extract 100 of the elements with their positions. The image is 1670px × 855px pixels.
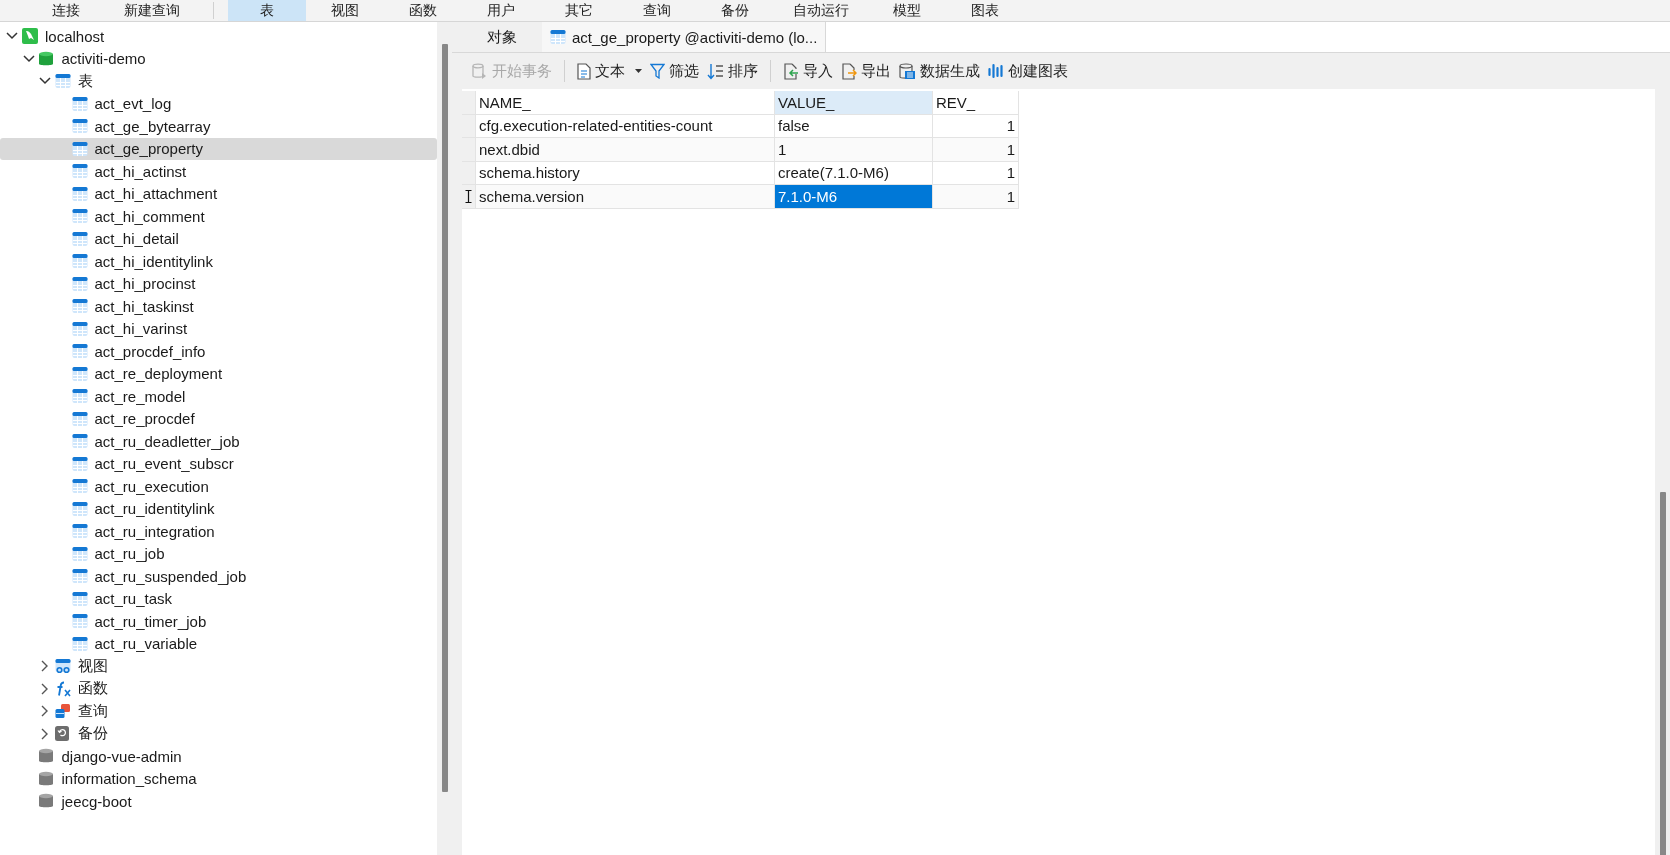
tree-item[interactable]: act_ge_property [0,137,437,160]
table-icon [71,545,88,562]
tree-item[interactable]: act_hi_identitylink [0,250,437,273]
scrollbar-thumb[interactable] [1659,492,1666,855]
tree-item[interactable]: act_procdef_info [0,340,437,363]
toolbar-button[interactable]: 文本 [573,58,646,84]
function-icon [55,680,71,697]
query-icon [55,703,71,720]
chevron-right-icon[interactable] [41,682,49,695]
tree-item[interactable]: information_schema [0,767,437,790]
column-header[interactable]: VALUE_ [775,91,933,115]
table-icon [71,410,88,427]
chevron-right-icon[interactable] [41,705,49,718]
caret-icon[interactable] [635,69,642,73]
tree-item[interactable]: act_ru_job [0,542,437,565]
tree-item[interactable]: act_hi_detail [0,227,437,250]
chevron-right-icon[interactable] [41,660,49,673]
tree-item[interactable]: act_re_procdef [0,407,437,430]
toolbar-button[interactable]: 筛选 [646,58,703,84]
tree-item[interactable]: jeecg-boot [0,790,437,813]
table-icon [71,253,88,270]
ribbon-tab[interactable]: 其它 [540,0,618,21]
scrollbar-thumb[interactable] [441,44,448,792]
ribbon-tab[interactable]: 视图 [306,0,384,21]
ribbon-tab[interactable]: 模型 [868,0,946,21]
chevron-down-icon[interactable] [22,54,35,63]
table-icon [71,635,88,652]
toolbar-button[interactable]: 导入 [779,58,837,84]
export-icon [841,62,857,80]
ribbon-tab[interactable]: 新建查询 [105,0,199,21]
database-icon [38,748,53,765]
ribbon-tab[interactable]: 查询 [618,0,696,21]
tree-item[interactable]: act_evt_log [0,92,437,115]
tree-item[interactable]: django-vue-admin [0,745,437,768]
ribbon-tab[interactable]: 用户 [462,0,540,21]
ribbon-tab[interactable]: 连接 [27,0,105,21]
table-icon [71,478,88,495]
tree-item[interactable]: 表 [0,70,437,93]
table-icon [71,185,88,202]
database-icon [472,62,488,80]
filter-icon [650,63,665,79]
tree-item[interactable]: localhost [0,25,437,48]
table-icon [71,163,88,180]
tree-item[interactable]: act_hi_actinst [0,160,437,183]
view-icon [55,658,71,675]
chevron-down-icon[interactable] [6,32,18,41]
toolbar-button[interactable]: 导出 [837,58,895,84]
tree-item[interactable]: act_hi_attachment [0,182,437,205]
tree-item[interactable]: act_ge_bytearray [0,115,437,138]
row-header[interactable] [462,185,476,209]
tree-item[interactable]: act_re_model [0,385,437,408]
tree-item[interactable]: act_ru_variable [0,632,437,655]
table-cell: 1 [933,138,1019,162]
tree-item[interactable]: act_ru_execution [0,475,437,498]
toolbar-button[interactable]: 创建图表 [984,58,1072,84]
tree-item[interactable]: act_ru_event_subscr [0,452,437,475]
tree-item[interactable]: act_hi_procinst [0,272,437,295]
tree-item[interactable]: act_ru_timer_job [0,610,437,633]
chevron-down-icon[interactable] [39,77,51,86]
tree-item[interactable]: activiti-demo [0,47,437,70]
text-cursor-icon [465,189,472,203]
backup-icon [55,726,69,742]
column-header[interactable]: NAME_ [476,91,775,115]
table-cell: 1 [775,138,933,162]
chevron-right-icon[interactable] [41,727,49,740]
ribbon-tab[interactable]: 备份 [696,0,774,21]
toolbar-button[interactable]: 数据生成 [895,58,984,84]
tree-item[interactable]: act_hi_comment [0,205,437,228]
tree-item[interactable]: 查询 [0,700,437,723]
document-tab[interactable]: act_ge_property @activiti-demo (lo... [542,22,827,52]
table-icon [71,343,88,360]
ribbon-tab[interactable]: 自动运行 [774,0,868,21]
data-icon [899,62,916,80]
ribbon-tab[interactable]: 表 [228,0,306,21]
tree-item[interactable]: act_re_deployment [0,362,437,385]
table-icon [71,523,88,540]
tree-item[interactable]: act_ru_integration [0,520,437,543]
tree-item[interactable]: act_hi_varinst [0,317,437,340]
connection-icon [22,28,38,45]
tree-item[interactable]: 函数 [0,677,437,700]
table-icon [71,140,88,157]
ribbon-tab[interactable]: 图表 [946,0,1024,21]
column-header[interactable]: REV_ [933,91,1019,115]
toolbar-button[interactable]: 排序 [703,58,762,84]
sort-icon [707,62,724,80]
table-cell: 7.1.0-M6 [775,185,933,209]
table-icon [71,568,88,585]
bar-chart-icon [988,63,1004,79]
tree-item[interactable]: 备份 [0,722,437,745]
tree-item[interactable]: 视图 [0,655,437,678]
import-icon [783,62,799,80]
table-icon [71,230,88,247]
tree-item[interactable]: act_hi_taskinst [0,295,437,318]
ribbon-tab[interactable]: 函数 [384,0,462,21]
table-icon [55,73,71,90]
tree-item[interactable]: act_ru_task [0,587,437,610]
tree-item[interactable]: act_ru_suspended_job [0,565,437,588]
tree-item[interactable]: act_ru_identitylink [0,497,437,520]
document-tab[interactable]: 对象 [462,22,542,52]
tree-item[interactable]: act_ru_deadletter_job [0,430,437,453]
